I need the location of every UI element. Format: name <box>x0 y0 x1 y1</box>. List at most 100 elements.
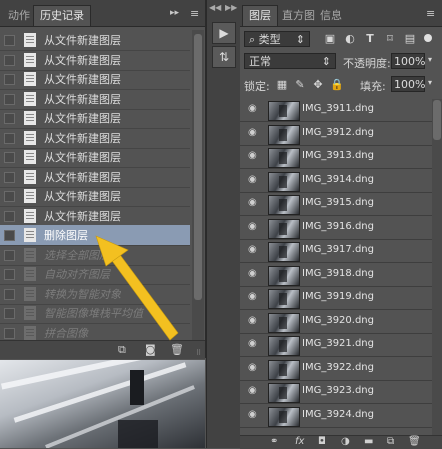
history-item[interactable]: 从文件新建图层 <box>0 206 190 227</box>
tab-info[interactable]: 信息 <box>314 6 348 26</box>
layer-row[interactable]: ◉ IMG_3917.dng <box>240 240 432 263</box>
trash-icon[interactable]: 🗑 <box>170 344 184 356</box>
blend-mode-select[interactable]: 正常 ⇕ <box>244 53 336 69</box>
layer-name[interactable]: IMG_3920.dng <box>302 315 374 326</box>
fx-icon[interactable]: fx <box>295 436 304 448</box>
layer-filter-select[interactable]: ⌕ 类型 ⇕ <box>244 31 310 47</box>
snapshot-source-checkbox[interactable] <box>4 249 15 261</box>
history-item[interactable]: 从文件新建图层 <box>0 89 190 110</box>
opacity-dropdown-icon[interactable]: ▾ <box>428 55 432 64</box>
lock-image-icon[interactable]: ✎ <box>294 79 306 91</box>
snapshot-source-checkbox[interactable] <box>4 327 15 339</box>
snapshot-source-checkbox[interactable] <box>4 152 15 163</box>
fill-input[interactable]: 100% <box>391 76 425 92</box>
visibility-eye-icon[interactable]: ◉ <box>248 362 258 373</box>
snapshot-source-checkbox[interactable] <box>4 171 15 183</box>
layer-name[interactable]: IMG_3912.dng <box>302 127 374 138</box>
snapshot-source-checkbox[interactable] <box>4 54 15 66</box>
filter-smart-object-icon[interactable]: ▤ <box>404 33 416 45</box>
snapshot-source-checkbox[interactable] <box>4 230 15 241</box>
lock-all-icon[interactable]: 🔒 <box>330 79 344 91</box>
history-item[interactable]: 删除图层 <box>0 225 190 246</box>
lock-transparent-icon[interactable]: ▦ <box>276 79 288 91</box>
layer-row[interactable]: ◉ IMG_3922.dng <box>240 358 432 381</box>
visibility-eye-icon[interactable]: ◉ <box>248 409 258 420</box>
snapshot-source-checkbox[interactable] <box>4 113 15 124</box>
layer-name[interactable]: IMG_3923.dng <box>302 385 374 396</box>
lock-position-icon[interactable]: ✥ <box>312 79 324 91</box>
snapshot-source-checkbox[interactable] <box>4 93 15 105</box>
visibility-eye-icon[interactable]: ◉ <box>248 339 258 349</box>
collapse-left-icon[interactable]: ◀◀ <box>209 3 221 12</box>
collapse-right-icon[interactable]: ▶▶ <box>225 3 237 12</box>
history-item[interactable]: 从文件新建图层 <box>0 186 190 207</box>
filter-pixel-icon[interactable]: ▣ <box>324 33 336 45</box>
history-item[interactable]: 从文件新建图层 <box>0 50 190 71</box>
snapshot-source-checkbox[interactable] <box>4 288 15 300</box>
layer-row[interactable]: ◉ IMG_3912.dng <box>240 123 432 146</box>
link-icon[interactable]: ⚭ <box>270 436 278 448</box>
fill-dropdown-icon[interactable]: ▾ <box>428 78 432 87</box>
layer-name[interactable]: IMG_3911.dng <box>302 103 374 114</box>
layer-row[interactable]: ◉ IMG_3918.dng <box>240 264 432 287</box>
filter-toggle-icon[interactable] <box>424 34 432 42</box>
snapshot-source-checkbox[interactable] <box>4 132 15 144</box>
panel-menu-icon[interactable]: ▸▸ <box>170 8 179 18</box>
history-item[interactable]: 从文件新建图层 <box>0 30 190 51</box>
layer-name[interactable]: IMG_3914.dng <box>302 174 374 185</box>
history-item[interactable]: 智能图像堆栈平均值 <box>0 303 190 324</box>
visibility-eye-icon[interactable]: ◉ <box>248 386 258 396</box>
trash-icon[interactable]: 🗑 <box>408 436 421 448</box>
snapshot-source-checkbox[interactable] <box>4 210 15 222</box>
tab-history[interactable]: 历史记录 <box>33 5 91 26</box>
panel-options-icon[interactable]: ≡ <box>190 7 199 20</box>
layer-row[interactable]: ◉ IMG_3920.dng <box>240 311 432 334</box>
layer-row[interactable]: ◉ IMG_3913.dng <box>240 146 432 169</box>
layer-name[interactable]: IMG_3924.dng <box>302 409 374 420</box>
tab-actions[interactable]: 动作 <box>2 6 36 26</box>
group-folder-icon[interactable]: ▬ <box>364 436 373 448</box>
snapshot-source-checkbox[interactable] <box>4 191 15 202</box>
history-item[interactable]: 转换为智能对象 <box>0 284 190 305</box>
layer-name[interactable]: IMG_3918.dng <box>302 268 374 279</box>
snapshot-source-checkbox[interactable] <box>4 308 15 319</box>
visibility-eye-icon[interactable]: ◉ <box>248 127 258 138</box>
history-item[interactable]: 选择全部图层 <box>0 245 190 266</box>
visibility-eye-icon[interactable]: ◉ <box>248 174 258 185</box>
visibility-eye-icon[interactable]: ◉ <box>248 198 258 208</box>
layer-name[interactable]: IMG_3916.dng <box>302 221 374 232</box>
resize-grip-icon[interactable]: ⠿ <box>196 347 201 359</box>
history-item[interactable]: 从文件新建图层 <box>0 108 190 129</box>
layers-scrollbar[interactable] <box>432 99 442 435</box>
layer-row[interactable]: ◉ IMG_3924.dng <box>240 405 432 428</box>
layer-row[interactable]: ◉ IMG_3914.dng <box>240 170 432 193</box>
filter-adjustment-icon[interactable]: ◐ <box>344 33 356 45</box>
mask-icon[interactable]: ◘ <box>318 436 326 448</box>
layer-row[interactable]: ◉ IMG_3921.dng <box>240 334 432 357</box>
play-action-button[interactable]: ▶ <box>212 22 236 44</box>
layer-name[interactable]: IMG_3913.dng <box>302 150 374 161</box>
layer-row[interactable]: ◉ IMG_3923.dng <box>240 381 432 404</box>
new-document-from-state-icon[interactable]: ⧉ <box>118 344 126 356</box>
new-layer-icon[interactable]: ⧉ <box>387 436 394 448</box>
layer-row[interactable]: ◉ IMG_3915.dng <box>240 193 432 216</box>
snapshot-camera-icon[interactable]: ◙ <box>145 344 156 356</box>
layer-name[interactable]: IMG_3922.dng <box>302 362 374 373</box>
visibility-eye-icon[interactable]: ◉ <box>248 292 258 302</box>
visibility-eye-icon[interactable]: ◉ <box>248 245 258 255</box>
layer-name[interactable]: IMG_3919.dng <box>302 291 374 302</box>
history-item[interactable]: 从文件新建图层 <box>0 147 190 168</box>
opacity-input[interactable]: 100% <box>391 53 425 69</box>
tab-layers[interactable]: 图层 <box>242 5 278 26</box>
history-item[interactable]: 从文件新建图层 <box>0 128 190 149</box>
history-scrollbar-thumb[interactable] <box>194 34 202 300</box>
layer-name[interactable]: IMG_3915.dng <box>302 197 374 208</box>
filter-type-icon[interactable]: T <box>364 33 376 45</box>
layer-name[interactable]: IMG_3917.dng <box>302 244 374 255</box>
visibility-eye-icon[interactable]: ◉ <box>248 151 258 161</box>
history-item[interactable]: 从文件新建图层 <box>0 69 190 90</box>
snapshot-source-checkbox[interactable] <box>4 269 15 280</box>
layer-row[interactable]: ◉ IMG_3916.dng <box>240 217 432 240</box>
layer-row[interactable]: ◉ IMG_3919.dng <box>240 287 432 310</box>
visibility-eye-icon[interactable]: ◉ <box>248 315 258 326</box>
